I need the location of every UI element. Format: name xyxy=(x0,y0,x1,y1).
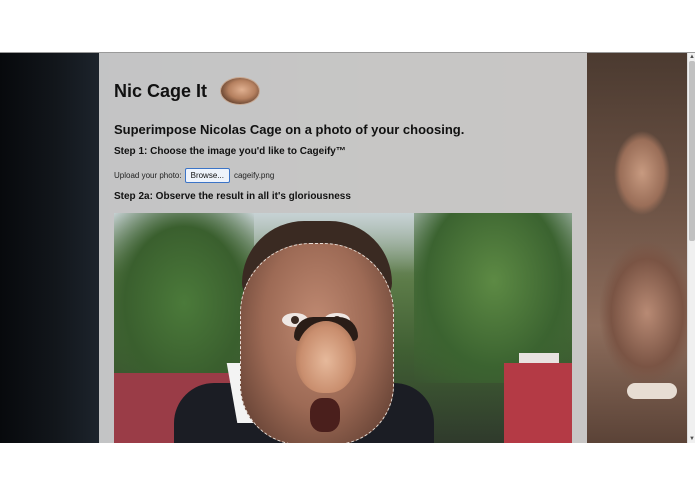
background-cage-photo xyxy=(587,53,687,443)
result-red-building xyxy=(504,363,572,443)
result-small-cage-face xyxy=(296,321,356,393)
browser-viewport: Nic Cage It Superimpose Nicolas Cage on … xyxy=(0,52,695,443)
browse-button[interactable]: Browse... xyxy=(184,168,230,183)
scroll-up-arrow-icon[interactable]: ▲ xyxy=(688,53,695,61)
scrollbar-thumb[interactable] xyxy=(689,61,695,241)
nic-cage-face-logo-icon xyxy=(221,78,260,104)
vertical-scrollbar[interactable]: ▲ ▼ xyxy=(687,53,695,443)
result-image xyxy=(114,213,572,443)
page-title: Nic Cage It xyxy=(114,80,208,101)
page-subtitle: Superimpose Nicolas Cage on a photo of y… xyxy=(114,122,465,137)
scroll-down-arrow-icon[interactable]: ▼ xyxy=(688,435,695,443)
step2a-heading: Step 2a: Observe the result in all it's … xyxy=(114,191,351,202)
selected-filename: cageify.png xyxy=(233,171,275,180)
main-panel: Nic Cage It Superimpose Nicolas Cage on … xyxy=(99,53,587,443)
upload-label: Upload your photo: xyxy=(114,171,182,180)
header: Nic Cage It xyxy=(114,78,260,104)
result-open-mouth xyxy=(310,398,340,432)
background-smile xyxy=(627,383,677,399)
upload-row: Upload your photo: Browse... cageify.png xyxy=(114,168,274,183)
step1-heading: Step 1: Choose the image you'd like to C… xyxy=(114,146,346,157)
